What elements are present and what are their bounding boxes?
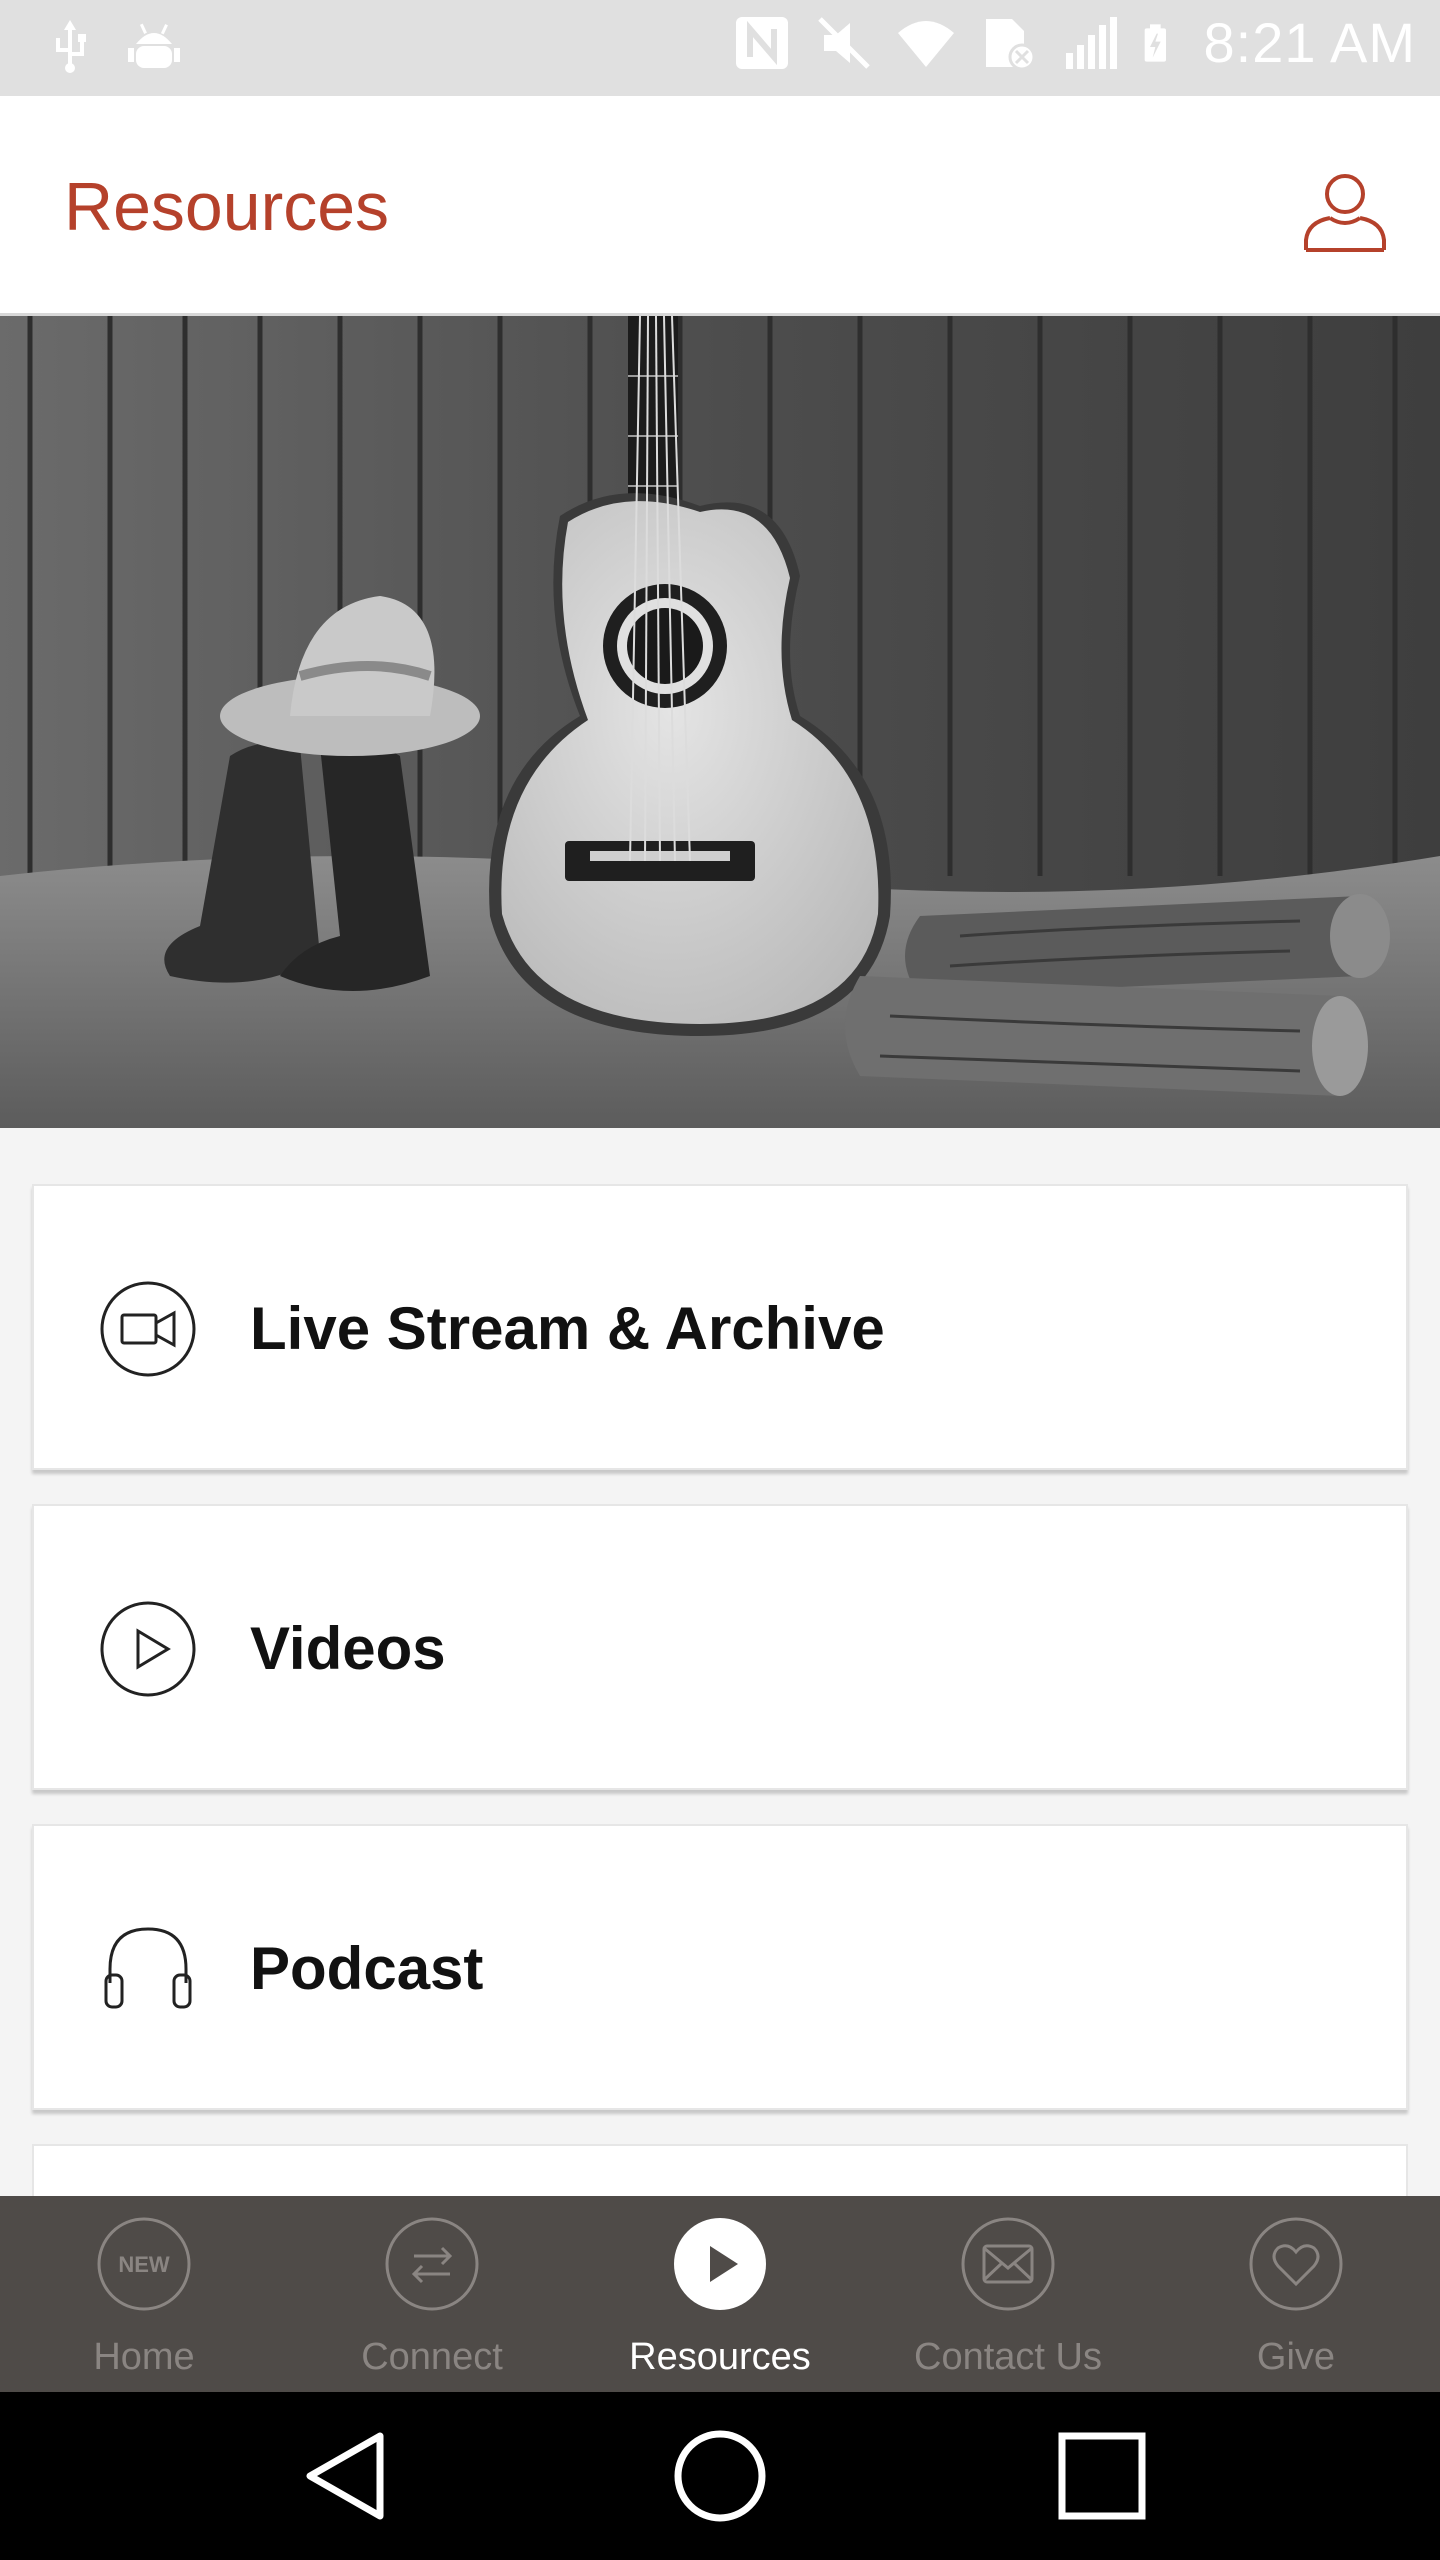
menu-item-partial[interactable] [32, 2144, 1408, 2204]
nav-contact-us[interactable]: Contact Us [864, 2196, 1152, 2392]
swap-arrows-icon [385, 2217, 479, 2311]
battery-charging-icon [1144, 23, 1166, 62]
page-title: Resources [64, 169, 390, 245]
hero-image [0, 316, 1440, 1128]
nav-label: Connect [361, 2336, 503, 2378]
home-badge-text: NEW [118, 2252, 170, 2277]
nav-label: Give [1256, 2336, 1336, 2378]
android-debug-icon [128, 23, 180, 68]
status-bar: 8:21 AM [0, 0, 1440, 96]
profile-button[interactable] [1300, 166, 1390, 256]
mail-icon [961, 2217, 1055, 2311]
mute-icon [817, 16, 870, 69]
back-icon[interactable] [296, 2426, 396, 2526]
recents-square-icon[interactable] [1052, 2426, 1152, 2526]
menu-item-live-stream[interactable]: Live Stream & Archive [32, 1184, 1408, 1470]
headphones-icon [104, 1927, 192, 2009]
new-badge-icon: NEW [97, 2217, 191, 2311]
menu-item-videos[interactable]: Videos [32, 1504, 1408, 1790]
profile-icon [1304, 174, 1386, 252]
system-nav-bar [0, 2392, 1440, 2560]
sim-alert-icon [985, 18, 1036, 70]
signal-icon [1065, 16, 1117, 69]
app-header: Resources [0, 96, 1440, 316]
menu-item-label: Live Stream & Archive [250, 1295, 885, 1362]
usb-icon [56, 20, 86, 73]
nav-give[interactable]: Give [1152, 2196, 1440, 2392]
bottom-nav: NEW Home Connect Resources Contact Us Gi… [0, 2196, 1440, 2392]
menu-item-label: Videos [250, 1615, 446, 1682]
status-time: 8:21 AM [1203, 11, 1416, 74]
nav-resources[interactable]: Resources [576, 2196, 864, 2392]
video-camera-icon [100, 1281, 196, 1377]
menu-item-label: Podcast [250, 1935, 484, 2002]
nav-label: Home [93, 2336, 195, 2378]
nfc-icon [735, 16, 788, 69]
home-circle-icon[interactable] [670, 2426, 770, 2526]
nav-home[interactable]: NEW Home [0, 2196, 288, 2392]
menu-item-podcast[interactable]: Podcast [32, 1824, 1408, 2110]
play-circle-icon [100, 1601, 196, 1697]
nav-label: Contact Us [914, 2336, 1102, 2378]
wifi-icon [897, 20, 954, 67]
nav-label: Resources [629, 2336, 811, 2378]
play-icon [674, 2218, 766, 2310]
nav-connect[interactable]: Connect [288, 2196, 576, 2392]
heart-icon [1249, 2217, 1343, 2311]
